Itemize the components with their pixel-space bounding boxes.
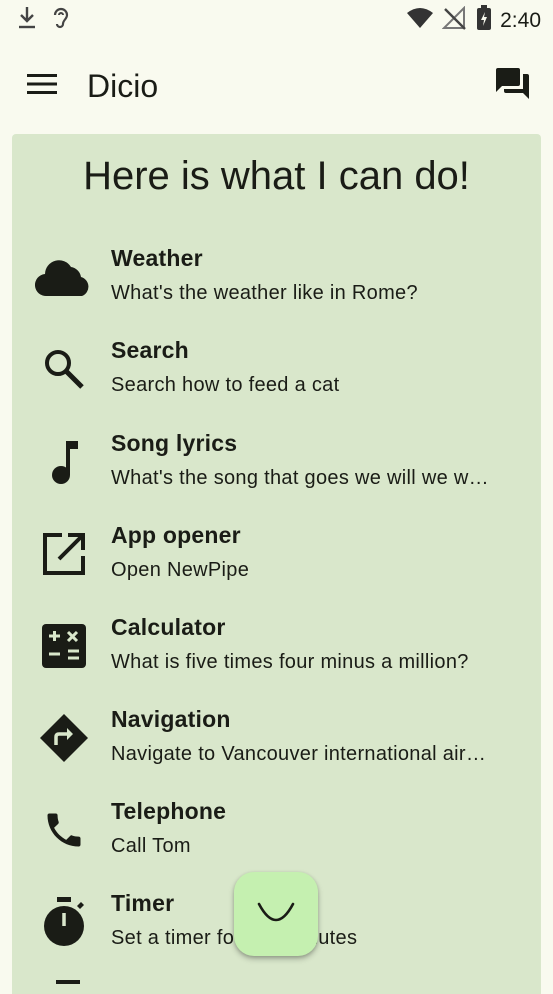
skills-card: Here is what I can do! Weather What's th… (12, 134, 541, 994)
cloud-icon (34, 247, 94, 307)
skill-example: Navigate to Vancouver international air… (111, 743, 487, 765)
app-title: Dicio (87, 68, 159, 104)
skill-example: What's the song that goes we will we w… (111, 467, 489, 489)
skill-name: App opener (111, 522, 241, 548)
skill-example: Open NewPipe (111, 559, 250, 581)
listening-icon (256, 900, 296, 929)
skill-item-weather[interactable]: Weather What's the weather like in Rome? (12, 237, 541, 317)
chat-icon (496, 67, 530, 105)
wifi-icon (406, 6, 434, 35)
next-skill-icon-partial (56, 980, 80, 984)
clock: 2:40 (500, 8, 541, 32)
download-icon (16, 5, 38, 36)
skill-example: Call Tom (111, 835, 191, 857)
skill-name: Timer (111, 890, 175, 916)
skill-name: Telephone (111, 798, 227, 824)
skill-item-navigation[interactable]: Navigation Navigate to Vancouver interna… (12, 698, 541, 778)
conversation-button[interactable] (493, 66, 533, 106)
skill-name: Navigation (111, 706, 231, 732)
skill-item-telephone[interactable]: Telephone Call Tom (12, 790, 541, 870)
menu-button[interactable] (22, 68, 62, 104)
calculator-icon (34, 616, 94, 676)
open-in-new-icon (34, 524, 94, 584)
timer-icon (34, 892, 94, 952)
top-app-bar: Dicio (0, 50, 553, 122)
search-icon (34, 339, 94, 399)
status-bar: 2:40 (0, 0, 553, 38)
skill-item-calculator[interactable]: Calculator What is five times four minus… (12, 606, 541, 686)
hearing-icon (50, 5, 72, 36)
skill-item-song-lyrics[interactable]: Song lyrics What's the song that goes we… (12, 422, 541, 502)
card-title: Here is what I can do! (83, 154, 470, 198)
phone-icon (34, 800, 94, 860)
skill-item-search[interactable]: Search Search how to feed a cat (12, 329, 541, 409)
skill-item-app-opener[interactable]: App opener Open NewPipe (12, 514, 541, 594)
skill-example: What is five times four minus a million? (111, 651, 469, 673)
no-signal-icon (441, 5, 468, 35)
skill-name: Calculator (111, 614, 226, 640)
menu-icon (27, 73, 57, 100)
battery-charging-icon (476, 5, 492, 36)
skill-name: Song lyrics (111, 430, 238, 456)
listen-fab-button[interactable] (234, 872, 318, 956)
skill-example: What's the weather like in Rome? (111, 282, 418, 304)
skill-example: Search how to feed a cat (111, 374, 340, 396)
skill-name: Weather (111, 245, 203, 271)
music-note-icon (34, 432, 94, 492)
skill-name: Search (111, 337, 189, 363)
directions-icon (34, 708, 94, 768)
